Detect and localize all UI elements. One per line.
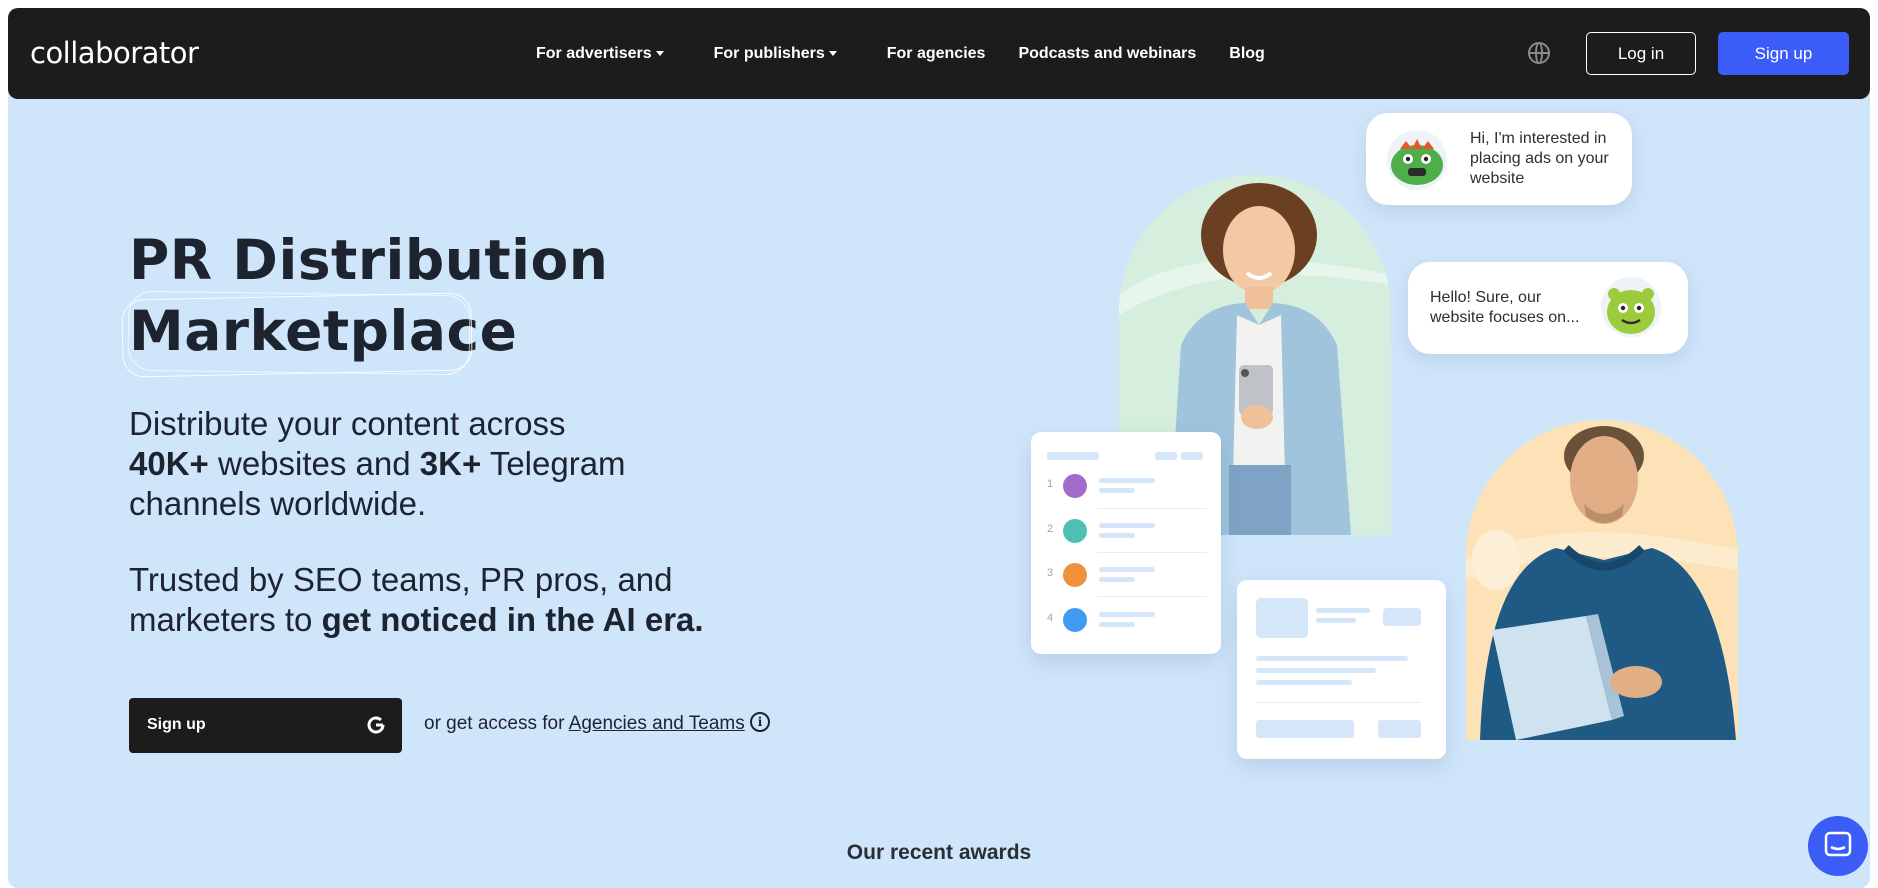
google-icon	[367, 716, 385, 734]
list-item-avatar	[1063, 474, 1087, 498]
cta-label: Sign up	[147, 716, 206, 733]
skeleton-bar	[1155, 452, 1177, 460]
agencies-teams-link[interactable]: Agencies and Teams	[569, 713, 745, 734]
chat-bubble-advertiser: Hi, I'm interested in placing ads on you…	[1366, 113, 1632, 205]
skeleton-bar	[1256, 720, 1354, 738]
row-number: 1	[1047, 478, 1054, 490]
skeleton-bar	[1099, 612, 1155, 617]
nav-blog[interactable]: Blog	[1229, 45, 1265, 63]
divider	[1256, 702, 1421, 703]
nav-link-label: For publishers	[713, 44, 825, 62]
man-photo	[1466, 420, 1738, 740]
nav-for-advertisers[interactable]: For advertisers	[536, 45, 664, 63]
skeleton-bar	[1316, 608, 1370, 613]
monster-avatar-icon	[1601, 277, 1661, 337]
globe-icon[interactable]	[1528, 42, 1550, 64]
skeleton-bar	[1099, 488, 1135, 493]
highlight-scribble	[127, 290, 471, 376]
list-item-avatar	[1063, 519, 1087, 543]
hero-signup-button[interactable]: Sign up	[129, 698, 402, 753]
top-navbar: collaborator For advertisers For publish…	[8, 8, 1870, 99]
skeleton-bar	[1047, 452, 1099, 460]
nav-podcasts-webinars[interactable]: Podcasts and webinars	[1018, 45, 1196, 63]
desc-stat-channels: 3K+	[419, 445, 482, 482]
divider	[1097, 508, 1207, 509]
skeleton-bar	[1099, 577, 1135, 582]
thumbnail-placeholder	[1256, 598, 1308, 638]
desc-text: Distribute your content across	[129, 405, 566, 442]
desc-stat-websites: 40K+	[129, 445, 209, 482]
chat-bubble-publisher: Hello! Sure, our website focuses on...	[1408, 262, 1688, 354]
row-number: 4	[1047, 612, 1054, 624]
list-item-avatar	[1063, 563, 1087, 587]
nav-link-label: For agencies	[886, 44, 986, 62]
trusted-emphasis: get noticed in the AI era.	[321, 601, 704, 638]
support-chat-button[interactable]	[1808, 816, 1868, 876]
row-number: 3	[1047, 567, 1054, 579]
nav-links: For advertisers For publishers For agenc…	[528, 8, 1265, 99]
list-item-avatar	[1063, 608, 1087, 632]
skeleton-bar	[1099, 478, 1155, 483]
skeleton-bar	[1099, 533, 1135, 538]
nav-link-label: For advertisers	[536, 44, 652, 62]
nav-link-label: Blog	[1229, 44, 1265, 62]
hero-description: Distribute your content across 40K+ webs…	[129, 404, 769, 524]
skeleton-bar	[1099, 523, 1155, 528]
desc-text: Telegram	[481, 445, 626, 482]
skeleton-bar	[1383, 608, 1421, 626]
agency-access: or get access for Agencies and Teams	[424, 713, 745, 735]
divider	[1097, 596, 1207, 597]
nav-for-agencies[interactable]: For agencies	[887, 45, 986, 63]
logo[interactable]: collaborator	[30, 36, 199, 70]
chat-bubble-text: Hi, I'm interested in placing ads on you…	[1470, 130, 1609, 187]
skeleton-bar	[1256, 680, 1352, 685]
skeleton-bar	[1181, 452, 1203, 460]
skeleton-bar	[1316, 618, 1356, 623]
chevron-down-icon	[828, 51, 837, 56]
article-preview-card	[1237, 580, 1446, 759]
skeleton-bar	[1378, 720, 1421, 738]
ranking-list-card: 1 2 3 4	[1031, 432, 1221, 654]
login-button[interactable]: Log in	[1586, 32, 1696, 75]
chat-bubble-text: Hello! Sure, our website focuses on...	[1430, 289, 1580, 326]
desc-text: websites and	[208, 445, 420, 482]
info-icon[interactable]: i	[750, 712, 770, 732]
nav-for-publishers[interactable]: For publishers	[714, 45, 837, 63]
trusted-text: marketers to	[129, 601, 322, 638]
signup-button[interactable]: Sign up	[1718, 32, 1849, 75]
nav-link-label: Podcasts and webinars	[1018, 44, 1197, 62]
title-line-1: PR Distribution	[129, 228, 609, 292]
chevron-down-icon	[655, 51, 664, 56]
row-number: 2	[1047, 523, 1054, 535]
skeleton-bar	[1256, 656, 1408, 661]
trusted-text: Trusted by SEO teams, PR pros, and	[129, 561, 673, 598]
skeleton-bar	[1256, 668, 1376, 673]
divider	[1097, 552, 1207, 553]
man-illustration	[1466, 426, 1738, 740]
desc-text: channels worldwide.	[129, 485, 427, 522]
awards-heading: Our recent awards	[846, 841, 1032, 864]
access-prefix: or get access for	[424, 713, 569, 734]
hero-trusted: Trusted by SEO teams, PR pros, and marke…	[129, 560, 809, 640]
skeleton-bar	[1099, 622, 1135, 627]
monster-avatar-icon	[1387, 130, 1447, 190]
chat-icon	[1824, 831, 1852, 857]
skeleton-bar	[1099, 567, 1155, 572]
